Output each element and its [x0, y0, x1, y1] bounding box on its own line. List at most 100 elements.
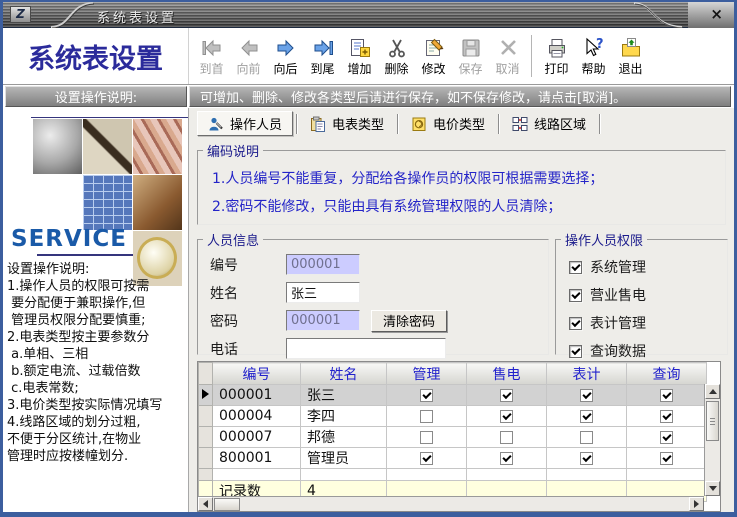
grid-checkbox[interactable]	[580, 389, 593, 402]
cell-id[interactable]: 000007	[213, 427, 301, 448]
svg-text:?: ?	[596, 37, 604, 52]
cell-permission	[547, 406, 627, 427]
cell-id[interactable]: 800001	[213, 448, 301, 469]
clear-password-button[interactable]: 清除密码	[371, 310, 447, 332]
photo-pencils	[133, 119, 182, 174]
toolbar-button-label: 退出	[618, 60, 642, 77]
grid-column-header[interactable]: 表计	[547, 363, 627, 385]
grid-checkbox[interactable]	[500, 410, 513, 423]
empty-cell	[547, 469, 627, 481]
permissions-title: 操作人员权限	[561, 230, 647, 249]
toolbar-button-modify[interactable]: 修改	[415, 35, 452, 77]
tab-2[interactable]: 电表类型	[300, 111, 394, 136]
table-row[interactable]: 000007邦德	[199, 427, 707, 448]
grid-checkbox[interactable]	[660, 410, 673, 423]
password-field	[286, 310, 360, 331]
grid-checkbox[interactable]	[500, 389, 513, 402]
toolbar-button-add[interactable]: 增加	[341, 35, 378, 77]
help-icon: ?	[582, 36, 606, 60]
toolbar-button-label: 到尾	[310, 60, 334, 77]
toolbar-button-label: 删除	[384, 60, 408, 77]
permission-checkbox[interactable]	[569, 289, 582, 302]
instruction-line: c.电表常数;	[7, 380, 187, 397]
sidebar: SERVICE 设置操作说明:1.操作人员的权限可按需 要分配便于兼职操作,但 …	[3, 108, 189, 512]
grid-indicator-header	[199, 363, 213, 385]
grid-column-header[interactable]: 售电	[467, 363, 547, 385]
grid-column-header[interactable]: 姓名	[301, 363, 387, 385]
divider	[37, 254, 133, 256]
tab-3[interactable]: 电价类型	[401, 111, 495, 136]
header-bands: 设置操作说明: 可增加、删除、修改各类型后请进行保存，如不保存修改，请点击[取消…	[3, 85, 734, 108]
print-icon	[545, 36, 569, 60]
tab-separator	[296, 114, 297, 134]
toolbar-button-exit[interactable]: 退出	[612, 35, 649, 77]
cell-name[interactable]: 管理员	[301, 448, 387, 469]
cell-id[interactable]: 000001	[213, 385, 301, 406]
grid-checkbox[interactable]	[580, 452, 593, 465]
tab-1[interactable]: 操作人员	[197, 111, 293, 136]
person-info-title: 人员信息	[203, 230, 263, 249]
tab-4[interactable]: 线路区域	[502, 111, 596, 136]
toolbar-button-label: 帮助	[581, 60, 605, 77]
grid-column-header[interactable]: 编号	[213, 363, 301, 385]
scroll-right-button[interactable]	[689, 497, 704, 511]
toolbar-separator	[531, 35, 532, 77]
permission-checkbox[interactable]	[569, 261, 582, 274]
toolbar-button-help[interactable]: ? 帮助	[575, 35, 612, 77]
grid-checkbox[interactable]	[660, 431, 673, 444]
field-label: 姓名	[210, 283, 286, 303]
table-row[interactable]: 000004李四	[199, 406, 707, 427]
close-button[interactable]: ×	[710, 5, 723, 23]
cell-name[interactable]: 邦德	[301, 427, 387, 448]
grid-checkbox[interactable]	[420, 410, 433, 423]
scroll-up-button[interactable]	[705, 384, 720, 399]
grid-column-header[interactable]: 管理	[387, 363, 467, 385]
horizontal-scrollbar[interactable]	[198, 496, 704, 511]
phone-field[interactable]	[286, 338, 446, 359]
table-row[interactable]: 800001管理员	[199, 448, 707, 469]
grid-checkbox[interactable]	[500, 452, 513, 465]
cell-permission	[467, 406, 547, 427]
grid-checkbox[interactable]	[420, 431, 433, 444]
permission-checkbox[interactable]	[569, 317, 582, 330]
instruction-line: 管理员权限分配要慎重;	[7, 312, 187, 329]
grid-checkbox[interactable]	[660, 389, 673, 402]
tab-label: 电价类型	[433, 114, 485, 133]
next-icon	[274, 36, 298, 60]
cell-name[interactable]: 张三	[301, 385, 387, 406]
toolbar-button-first: 到首	[193, 35, 230, 77]
grid-checkbox[interactable]	[500, 431, 513, 444]
name-field[interactable]	[286, 282, 360, 303]
toolbar-button-label: 到首	[199, 60, 223, 77]
toolbar-button-delete[interactable]: 删除	[378, 35, 415, 77]
toolbar-button-last[interactable]: 到尾	[304, 35, 341, 77]
vertical-scrollbar-thumb[interactable]	[706, 401, 719, 441]
tab-label: 操作人员	[230, 114, 282, 133]
permission-checkbox[interactable]	[569, 345, 582, 358]
grid-column-header[interactable]: 查询	[627, 363, 707, 385]
exit-icon	[619, 36, 643, 60]
grid-checkbox[interactable]	[660, 452, 673, 465]
vertical-scrollbar[interactable]	[704, 384, 720, 496]
empty-cell	[627, 469, 707, 481]
photo-pen	[83, 119, 132, 174]
modify-icon	[422, 36, 446, 60]
cell-permission	[547, 427, 627, 448]
grid-checkbox[interactable]	[420, 389, 433, 402]
cell-name[interactable]: 李四	[301, 406, 387, 427]
titlebar: Z 系统表设置 ×	[3, 2, 734, 28]
grid-checkbox[interactable]	[420, 452, 433, 465]
scroll-down-button[interactable]	[705, 481, 720, 496]
toolbar-button-label: 向后	[273, 60, 297, 77]
scroll-left-button[interactable]	[198, 497, 213, 511]
permission-item: 系统管理	[569, 257, 727, 277]
grid-checkbox[interactable]	[580, 410, 593, 423]
toolbar-button-label: 增加	[347, 60, 371, 77]
instruction-line: b.额定电流、过载倍数	[7, 363, 187, 380]
horizontal-scrollbar-thumb[interactable]	[214, 498, 240, 511]
toolbar-button-print[interactable]: 打印	[538, 35, 575, 77]
toolbar-button-next[interactable]: 向后	[267, 35, 304, 77]
cell-id[interactable]: 000004	[213, 406, 301, 427]
grid-checkbox[interactable]	[580, 431, 593, 444]
table-row[interactable]: 000001张三	[199, 385, 707, 406]
